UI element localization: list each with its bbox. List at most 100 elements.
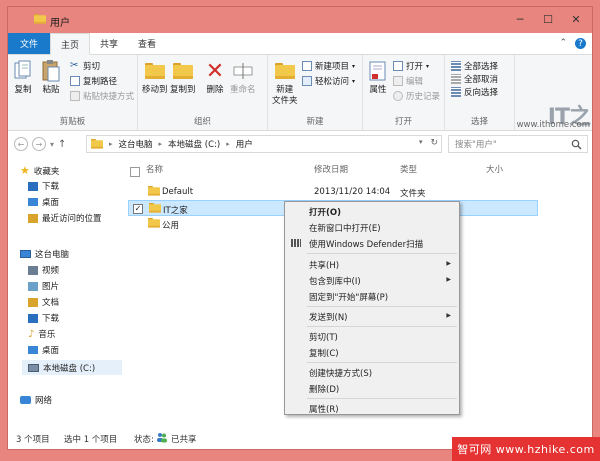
search-input[interactable]: 搜索"用户" xyxy=(448,135,588,153)
history-button[interactable]: 历史记录 xyxy=(393,90,440,102)
nav-desktop[interactable]: 桌面 xyxy=(28,196,59,208)
nav-music[interactable]: ♪ 音乐 xyxy=(28,328,55,341)
new-item-button[interactable]: 新建项目 ▾ xyxy=(302,60,355,72)
menu-open[interactable]: 打开(O) xyxy=(285,203,459,219)
menu-create-shortcut[interactable]: 创建快捷方式(S) xyxy=(285,364,459,380)
breadcrumb-users[interactable]: 用户 xyxy=(236,138,253,150)
menu-separator xyxy=(307,253,457,254)
breadcrumb-local-disk[interactable]: 本地磁盘 (C:) xyxy=(168,138,220,150)
music-icon: ♪ xyxy=(28,328,35,340)
nav-desktop-pc[interactable]: 桌面 xyxy=(28,344,59,356)
recent-locations-button[interactable]: ▾ xyxy=(50,140,54,149)
copy-to-icon xyxy=(172,59,194,83)
menu-send-to[interactable]: 发送到(N) ▶ xyxy=(285,308,459,324)
nav-pictures[interactable]: 图片 xyxy=(28,280,59,292)
clipboard-group-label: 剪贴板 xyxy=(59,117,86,127)
menu-include-library[interactable]: 包含到库中(I) ▶ xyxy=(285,272,459,288)
new-group: 新建 文件夹 新建项目 ▾ 轻松访问 ▾ 新建 xyxy=(268,55,363,130)
network-icon xyxy=(20,396,31,404)
tab-file[interactable]: 文件 xyxy=(8,33,51,54)
maximize-button[interactable]: ☐ xyxy=(538,10,558,28)
forward-button[interactable]: → xyxy=(32,137,46,151)
copy-button[interactable]: 复制 xyxy=(12,59,34,96)
nav-downloads[interactable]: 下载 xyxy=(28,180,59,192)
window-title: 用户 xyxy=(50,18,70,29)
open-button[interactable]: 打开 ▾ xyxy=(393,60,429,72)
menu-copy[interactable]: 复制(C) xyxy=(285,344,459,360)
properties-button[interactable]: 属性 xyxy=(367,59,389,96)
copy-icon xyxy=(12,59,34,83)
copy-to-button[interactable]: 复制到 xyxy=(170,59,196,96)
minimize-button[interactable]: ─ xyxy=(510,10,530,28)
item-count: 3 个项目 xyxy=(16,435,50,445)
ithome-url: www.ithome.com xyxy=(516,120,590,130)
paste-button[interactable]: 粘贴 xyxy=(40,59,62,96)
nav-documents[interactable]: 文档 xyxy=(28,296,59,308)
tab-share[interactable]: 共享 xyxy=(90,33,128,54)
close-button[interactable]: ✕ xyxy=(566,10,586,28)
ribbon-tabs: 文件 主页 共享 查看 ⌃ ? xyxy=(8,33,592,55)
menu-defender-scan[interactable]: 使用Windows Defender扫描 xyxy=(285,235,459,251)
new-folder-button[interactable]: 新建 文件夹 xyxy=(272,59,298,107)
address-bar[interactable]: ▸ 这台电脑 ▸ 本地磁盘 (C:) ▸ 用户 ▾ ↻ xyxy=(86,135,442,153)
nav-downloads-pc[interactable]: 下载 xyxy=(28,312,59,324)
nav-favorites[interactable]: ★ 收藏夹 xyxy=(20,164,59,177)
rename-button[interactable]: 重命名 xyxy=(230,59,256,96)
easy-access-button[interactable]: 轻松访问 ▾ xyxy=(302,75,355,87)
breadcrumb-this-pc[interactable]: 这台电脑 xyxy=(119,138,153,150)
downloads-icon xyxy=(28,181,38,191)
organize-group-label: 组织 xyxy=(193,117,211,127)
file-row[interactable]: Default 2013/11/20 14:04 文件夹 xyxy=(128,184,538,200)
column-name[interactable]: 名称 xyxy=(146,163,163,175)
submenu-arrow-icon: ▶ xyxy=(446,260,451,267)
drive-icon xyxy=(28,363,39,372)
nav-recent-places[interactable]: 最近访问的位置 xyxy=(28,212,102,224)
invert-selection-icon xyxy=(451,87,461,97)
title-bar[interactable]: 用户 ─ ☐ ✕ xyxy=(8,7,592,33)
menu-open-new-window[interactable]: 在新窗口中打开(E) xyxy=(285,219,459,235)
nav-videos[interactable]: 视频 xyxy=(28,264,59,276)
delete-x-icon: ✕ xyxy=(205,58,225,84)
file-name: IT之家 xyxy=(163,206,188,216)
paste-shortcut-button[interactable]: 粘贴快捷方式 xyxy=(70,90,134,102)
nav-network[interactable]: 网络 xyxy=(20,394,52,406)
properties-icon xyxy=(367,59,389,83)
delete-button[interactable]: ✕ 删除 xyxy=(204,59,226,96)
up-button[interactable]: ↑ xyxy=(58,139,66,150)
menu-properties[interactable]: 属性(R) xyxy=(285,400,459,416)
menu-delete[interactable]: 删除(D) xyxy=(285,380,459,396)
file-type: 文件夹 xyxy=(400,189,426,199)
tab-view[interactable]: 查看 xyxy=(128,33,166,54)
help-icon[interactable]: ? xyxy=(575,38,586,49)
downloads-icon xyxy=(28,313,38,323)
nav-this-pc[interactable]: 这台电脑 xyxy=(20,248,69,260)
move-to-button[interactable]: 移动到 xyxy=(142,59,168,96)
open-group: 属性 打开 ▾ 编辑 历史记录 打开 xyxy=(363,55,445,130)
back-button[interactable]: ← xyxy=(14,137,28,151)
menu-separator xyxy=(307,326,457,327)
invert-selection-button[interactable]: 反向选择 xyxy=(451,86,498,98)
column-type[interactable]: 类型 xyxy=(400,163,417,175)
menu-pin-start[interactable]: 固定到"开始"屏幕(P) xyxy=(285,288,459,304)
menu-cut[interactable]: 剪切(T) xyxy=(285,328,459,344)
menu-separator xyxy=(307,398,457,399)
column-size[interactable]: 大小 xyxy=(486,163,503,175)
nav-local-disk[interactable]: 本地磁盘 (C:) xyxy=(22,360,122,375)
refresh-icon[interactable]: ↻ xyxy=(430,138,438,148)
row-checkbox[interactable]: ✓ xyxy=(133,204,143,214)
open-group-label: 打开 xyxy=(394,117,412,127)
folder-icon xyxy=(91,139,103,149)
select-all-button[interactable]: 全部选择 xyxy=(451,60,498,72)
select-none-button[interactable]: 全部取消 xyxy=(451,73,498,85)
context-menu: 打开(O) 在新窗口中打开(E) 使用Windows Defender扫描 共享… xyxy=(284,201,460,415)
address-dropdown-icon[interactable]: ▾ xyxy=(419,138,423,148)
edit-button[interactable]: 编辑 xyxy=(393,75,423,87)
chevron-up-icon[interactable]: ⌃ xyxy=(559,38,567,49)
menu-separator xyxy=(307,362,457,363)
cut-button[interactable]: ✂ 剪切 xyxy=(70,60,100,73)
videos-icon xyxy=(28,265,38,275)
menu-share[interactable]: 共享(H) ▶ xyxy=(285,256,459,272)
column-date[interactable]: 修改日期 xyxy=(314,163,348,175)
tab-home[interactable]: 主页 xyxy=(50,33,91,55)
copy-path-button[interactable]: 复制路径 xyxy=(70,75,117,87)
